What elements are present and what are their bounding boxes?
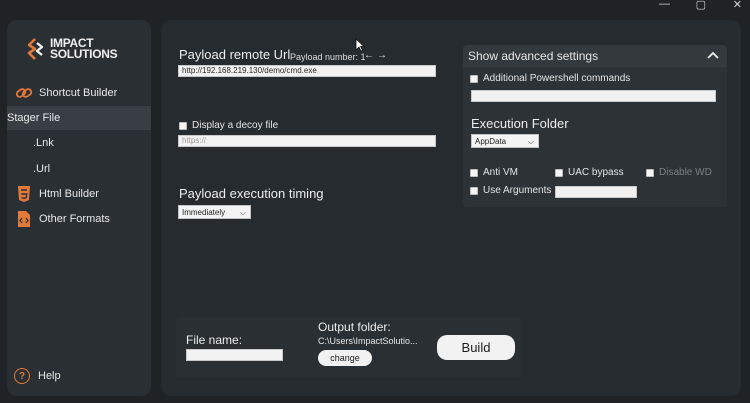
execution-timing-value: Immediately bbox=[182, 207, 226, 217]
sidebar-item-label: .Url bbox=[33, 163, 51, 175]
sidebar-item-html-builder[interactable]: Html Builder bbox=[7, 182, 151, 206]
window-controls: — ▢ ✕ bbox=[630, 0, 750, 12]
execution-folder-title: Execution Folder bbox=[471, 116, 569, 131]
link-icon bbox=[15, 88, 33, 98]
sidebar-item-label: Stager File bbox=[7, 112, 61, 124]
main-panel: Payload remote Url Payload number: 1 ← →… bbox=[161, 20, 741, 396]
sidebar: IMPACT SOLUTIONS Shortcut Builder Stager… bbox=[7, 20, 151, 396]
sidebar-item-lnk[interactable]: .Lnk bbox=[7, 131, 151, 155]
chevron-down-icon: ⌵ bbox=[527, 137, 534, 146]
execution-folder-select[interactable]: AppData ⌵ bbox=[471, 134, 539, 148]
sidebar-item-url[interactable]: .Url bbox=[7, 157, 151, 181]
arguments-input[interactable] bbox=[555, 186, 637, 198]
use-arguments-checkbox[interactable]: Use Arguments bbox=[470, 185, 551, 196]
disable-wd-label: Disable WD bbox=[659, 167, 712, 178]
execution-timing-title: Payload execution timing bbox=[179, 186, 324, 201]
decoy-label: Display a decoy file bbox=[192, 120, 279, 131]
use-arguments-label: Use Arguments bbox=[483, 185, 552, 196]
uac-bypass-checkbox-box[interactable] bbox=[555, 168, 563, 177]
sidebar-item-label: .Lnk bbox=[33, 137, 54, 149]
help-label: Help bbox=[38, 370, 61, 382]
sidebar-item-shortcut-builder[interactable]: Shortcut Builder bbox=[7, 81, 151, 105]
anti-vm-checkbox[interactable]: Anti VM bbox=[470, 167, 518, 178]
powershell-checkbox-box[interactable] bbox=[470, 74, 478, 83]
file-name-label: File name: bbox=[186, 333, 243, 347]
help-link[interactable]: ? Help bbox=[14, 368, 61, 384]
uac-bypass-label: UAC bypass bbox=[568, 167, 624, 178]
payload-number-label: Payload number: 1 bbox=[290, 52, 366, 62]
help-icon: ? bbox=[14, 368, 30, 384]
powershell-commands-input[interactable] bbox=[471, 90, 716, 102]
sidebar-item-other-formats[interactable]: Other Formats bbox=[7, 207, 151, 231]
mouse-cursor-icon bbox=[355, 38, 365, 52]
anti-vm-checkbox-box[interactable] bbox=[470, 168, 478, 177]
chevron-down-icon: ⌵ bbox=[239, 208, 246, 217]
decoy-checkbox[interactable]: Display a decoy file bbox=[179, 120, 278, 131]
decoy-checkbox-box[interactable] bbox=[179, 121, 187, 130]
payload-next-arrow-icon[interactable]: → bbox=[377, 50, 387, 61]
execution-timing-select[interactable]: Immediately ⌵ bbox=[178, 205, 251, 219]
file-code-icon bbox=[18, 211, 30, 227]
sidebar-item-label: Html Builder bbox=[39, 188, 99, 200]
anti-vm-label: Anti VM bbox=[483, 167, 519, 178]
powershell-label: Additional Powershell commands bbox=[483, 73, 631, 84]
advanced-settings-header[interactable]: Show advanced settings bbox=[463, 45, 727, 67]
output-folder-label: Output folder: bbox=[318, 320, 391, 334]
disable-wd-checkbox-box bbox=[646, 168, 654, 177]
sidebar-item-label: Shortcut Builder bbox=[39, 87, 118, 99]
logo-line2: SOLUTIONS bbox=[50, 47, 118, 61]
use-arguments-checkbox-box[interactable] bbox=[470, 186, 478, 195]
payload-url-input[interactable]: http://192.168.219.130/demo/cmd.exe bbox=[178, 65, 436, 77]
execution-folder-value: AppData bbox=[475, 136, 507, 146]
logo-text: IMPACT SOLUTIONS bbox=[50, 37, 118, 61]
build-area: File name: Output folder: C:\Users\Impac… bbox=[176, 317, 521, 377]
output-folder-path: C:\Users\ImpactSolutio... bbox=[318, 336, 418, 346]
app-logo: IMPACT SOLUTIONS bbox=[24, 36, 144, 64]
sidebar-item-stager-file[interactable]: Stager File bbox=[7, 106, 151, 130]
close-icon[interactable]: ✕ bbox=[733, 0, 742, 11]
powershell-checkbox[interactable]: Additional Powershell commands bbox=[470, 73, 630, 84]
file-name-input[interactable] bbox=[186, 349, 283, 361]
advanced-settings-panel: Show advanced settings Additional Powers… bbox=[463, 45, 727, 207]
chevron-up-icon[interactable] bbox=[705, 47, 721, 63]
advanced-settings-title: Show advanced settings bbox=[468, 49, 599, 63]
payload-prev-arrow-icon[interactable]: ← bbox=[364, 50, 374, 61]
minimize-icon[interactable]: — bbox=[659, 0, 670, 10]
uac-bypass-checkbox[interactable]: UAC bypass bbox=[555, 167, 624, 178]
decoy-url-input[interactable]: https:// bbox=[178, 135, 436, 147]
payload-url-title: Payload remote Url bbox=[179, 47, 291, 62]
change-folder-button[interactable]: change bbox=[318, 350, 372, 366]
sidebar-item-label: Other Formats bbox=[39, 213, 110, 225]
logo-mark-icon bbox=[27, 38, 44, 60]
build-button[interactable]: Build bbox=[437, 335, 515, 360]
maximize-icon[interactable]: ▢ bbox=[696, 0, 706, 11]
disable-wd-checkbox: Disable WD bbox=[646, 167, 712, 178]
html5-icon bbox=[18, 186, 30, 202]
